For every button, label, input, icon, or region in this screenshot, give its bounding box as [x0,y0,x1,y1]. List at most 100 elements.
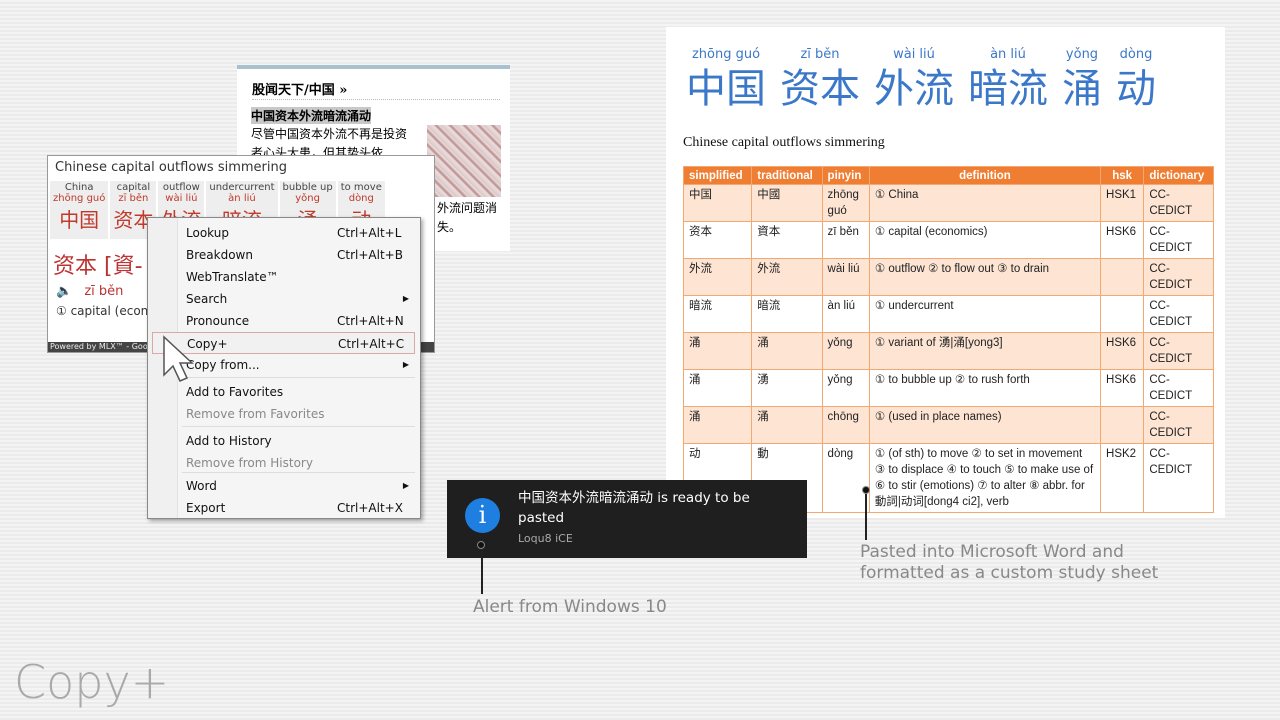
table-cell: CC-CEDICT [1143,443,1214,513]
menu-item-label: Remove from History [186,456,313,470]
table-row: 暗流 暗流 àn liú ① undercurrent CC-CEDICT [682,295,1214,333]
table-cell: CC-CEDICT [1143,332,1214,370]
word-document: zhōng guó 中国 zī běn 资本 wài liú 外流 àn liú 暗流 yǒng… [666,27,1225,518]
news-headline[interactable]: 中国资本外流暗流涌动 [251,107,372,124]
table-row: 资本 資本 zī běn ① capital (economics) HSK6 CC-CE… [682,221,1214,259]
menu-item-webtranslate[interactable]: WebTranslate™ [152,266,415,288]
callout-line [481,546,483,594]
tab-pinyin: zī běn [118,193,149,204]
menu-item-lookup[interactable]: Lookup Ctrl+Alt+L [152,222,415,244]
menu-shortcut: Ctrl+Alt+X [337,501,403,515]
menu-shortcut: Ctrl+Alt+B [337,248,403,262]
tab-pinyin: yǒng [295,193,320,204]
tab-english: bubble up [282,182,333,193]
tab-pinyin: àn liú [228,193,256,204]
pinyin: zī běn [84,284,124,299]
table-cell: CC-CEDICT [1143,295,1214,333]
table-cell: 外流 [751,258,823,296]
mouse-cursor-icon [163,335,194,382]
menu-item-breakdown[interactable]: Breakdown Ctrl+Alt+B [152,244,415,266]
heading-hanzi: 动 [1116,66,1156,112]
table-cell: ① (used in place names) [868,406,1102,444]
heading-hanzi: 涌 [1062,66,1102,112]
heading-word: dòng 动 [1116,47,1156,111]
menu-item-remove-from-history: Remove from History [152,452,415,474]
table-row: 涌涌 yǒng ① variant of 湧|涌[yong3] HSK6 CC-CEDI… [682,332,1214,370]
menu-item-label: Export [186,501,226,515]
column-header: traditional [751,166,823,185]
tab-hanzi: 中国 [59,208,100,232]
table-cell: 湧 [751,369,823,407]
vocabulary-table: simplified traditional pinyin definition hsk… [682,166,1214,513]
menu-item-label: Breakdown [186,248,253,262]
table-cell: HSK6 [1100,221,1145,259]
menu-item-remove-from-favorites: Remove from Favorites [152,403,415,425]
heading-pinyin: yǒng [1065,47,1099,62]
table-cell: ① China [868,184,1102,222]
word-tab[interactable]: China zhōng guó 中国 [50,181,109,239]
notification-message: 中国资本外流暗流涌动 is ready to be pasted [518,490,750,526]
menu-item-search[interactable]: Search ▶ [152,288,415,310]
speaker-icon[interactable]: 🔈 [56,284,72,299]
table-cell: ① (of sth) to move ② to set in movement … [868,443,1102,513]
table-cell: CC-CEDICT [1143,184,1214,222]
definition: ① capital (econ [56,304,149,318]
heading-word: wài liú 外流 [874,47,954,111]
submenu-arrow-icon: ▶ [402,294,409,303]
menu-item-label: Word [186,479,217,493]
table-cell: 涌 [751,406,823,444]
notification-app: Loqu8 iCE [518,532,573,545]
table-cell: 资本 [682,221,753,259]
table-cell: ① outflow ② to flow out ③ to drain [868,258,1102,296]
table-cell: 涌 [751,332,823,370]
heading-word: zī běn 资本 [780,47,860,111]
table-cell: CC-CEDICT [1143,221,1214,259]
tab-english: undercurrent [209,182,275,193]
tab-english: capital [116,182,151,193]
table-row: 涌涌 chōng ① (used in place names) CC-CEDICT [682,406,1214,444]
menu-item-add-to-history[interactable]: Add to History [152,430,415,452]
table-cell: 涌 [682,406,753,444]
heading-word: yǒng 涌 [1062,47,1102,111]
table-row: 外流 外流 wài liú ① outflow ② to flow out ③ to … [682,258,1214,296]
table-cell: zhōng guó [821,184,870,222]
menu-separator [182,426,415,427]
table-cell: HSK6 [1100,369,1145,407]
menu-item-label: WebTranslate™ [186,270,279,284]
caption-word: Pasted into Microsoft Word and formatted… [860,542,1159,583]
callout-dot [862,486,870,494]
table-cell [1100,258,1145,296]
breadcrumb[interactable]: 股闻天下/中国 » [252,79,347,98]
table-cell: dòng [821,443,870,513]
tab-english: China [64,182,94,193]
heading-hanzi: 暗流 [968,66,1048,112]
heading-pinyin: wài liú [893,47,935,62]
table-cell: 暗流 [682,295,753,333]
tab-english: to move [340,182,382,193]
column-header: dictionary [1143,166,1214,185]
table-cell: yǒng [821,332,870,370]
menu-item-word[interactable]: Word ▶ [152,475,415,497]
submenu-arrow-icon: ▶ [402,360,409,369]
menu-item-label: Add to History [186,434,272,448]
table-cell: ① undercurrent [868,295,1102,333]
table-cell: HSK1 [1100,184,1145,222]
menu-shortcut: Ctrl+Alt+N [337,314,404,328]
news-image [427,125,501,197]
tab-pinyin: wài liú [165,193,198,204]
pronunciation: 🔈 zī běn [56,284,123,299]
windows-notification[interactable]: i 中国资本外流暗流涌动 is ready to be pasted Loqu8… [447,480,807,558]
heading-pinyin: zī běn [800,47,840,62]
menu-shortcut: Ctrl+Alt+C [338,337,405,351]
tab-pinyin: dòng [348,193,374,204]
menu-item-pronounce[interactable]: Pronounce Ctrl+Alt+N [152,310,415,332]
table-cell: HSK6 [1100,332,1145,370]
menu-separator [182,377,415,378]
column-header: simplified [682,166,753,185]
table-cell: 涌 [682,332,753,370]
menu-shortcut: Ctrl+Alt+L [337,226,402,240]
menu-item-export[interactable]: Export Ctrl+Alt+X [152,497,415,519]
heading-hanzi: 资本 [780,66,860,112]
column-header: definition [868,166,1102,185]
heading-pinyin: zhōng guó [691,47,761,62]
